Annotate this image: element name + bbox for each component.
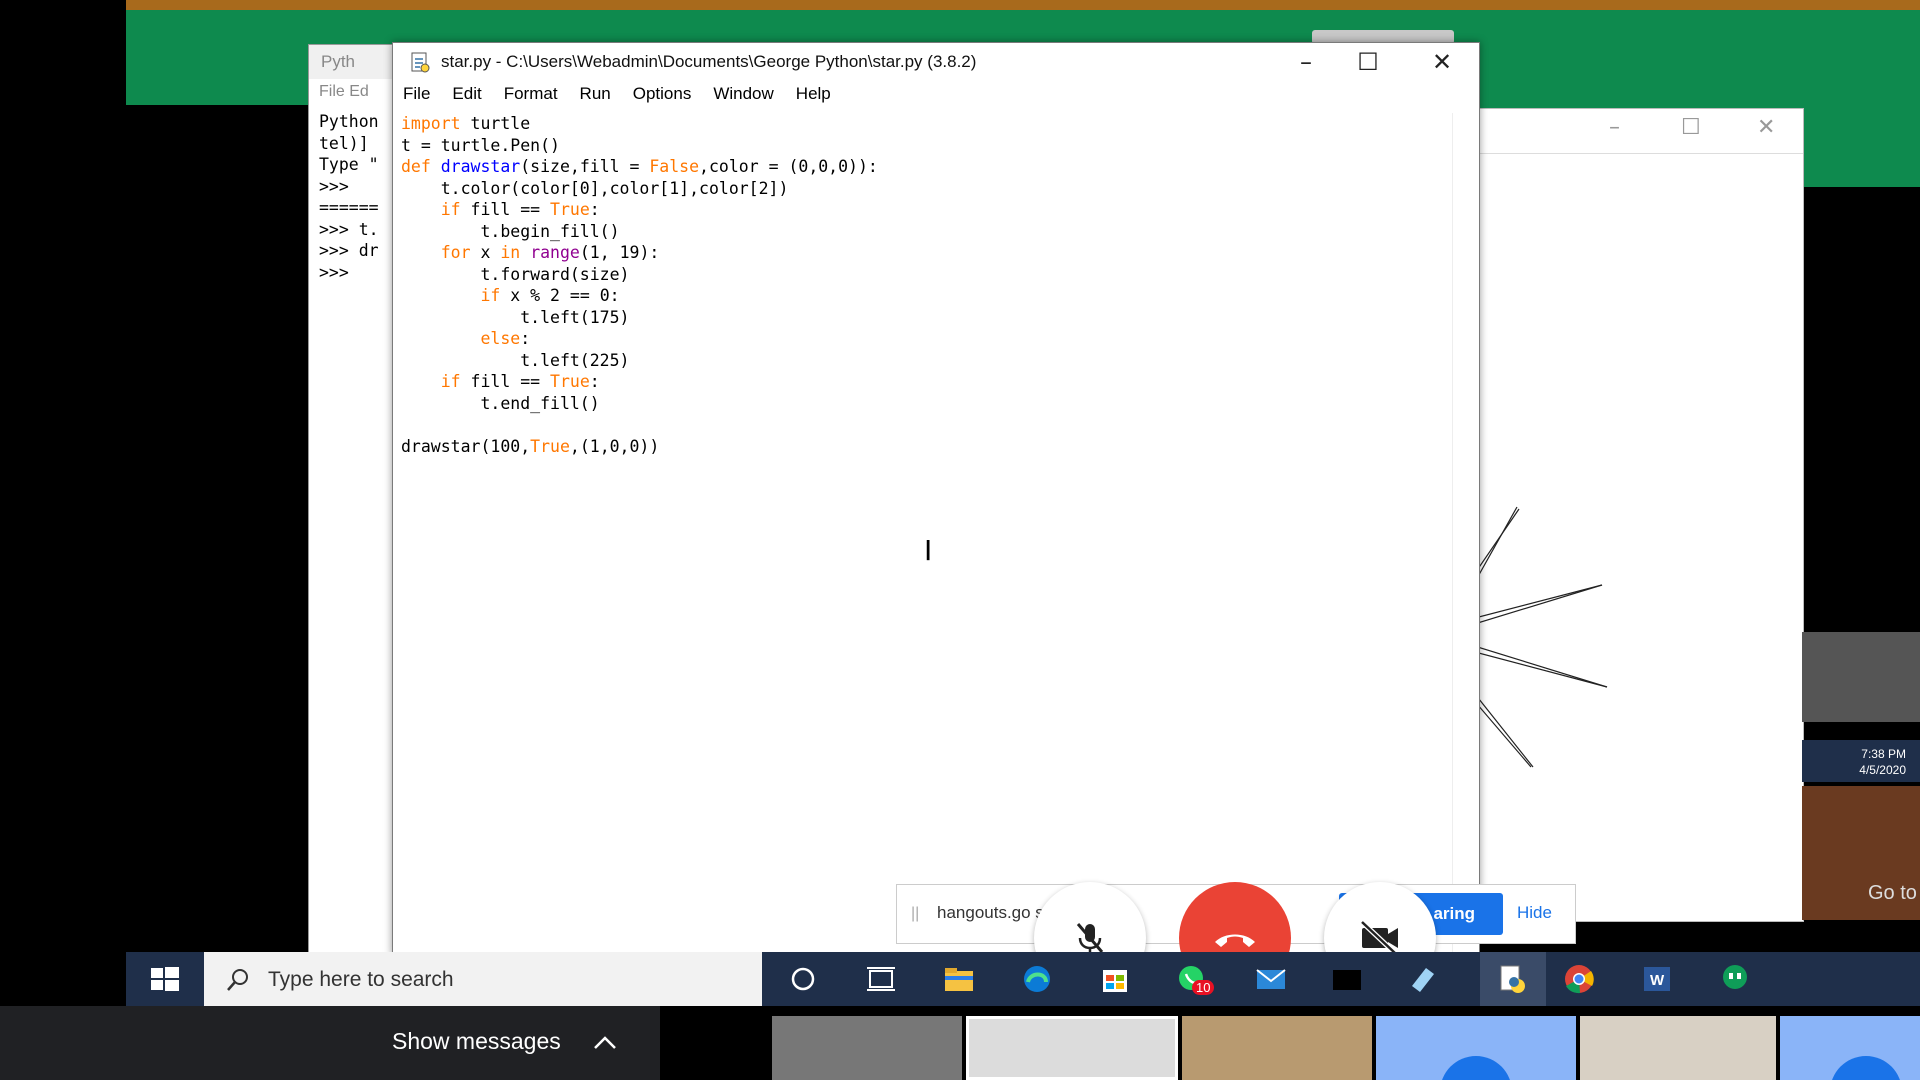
code-line[interactable]: if fill == True: <box>401 199 1449 221</box>
drag-handle-icon[interactable]: || <box>911 905 919 923</box>
edge-icon[interactable] <box>1020 962 1054 996</box>
file-explorer-icon[interactable] <box>942 962 976 996</box>
background-strip <box>126 0 1920 10</box>
svg-text:W: W <box>1650 972 1665 989</box>
editor-titlebar: star.py - C:\Users\Webadmin\Documents\Ge… <box>393 43 1479 81</box>
terminal-icon[interactable] <box>1330 962 1364 996</box>
show-messages-label: Show messages <box>392 1028 561 1054</box>
code-line[interactable]: t.begin_fill() <box>401 221 1449 243</box>
chevron-up-icon <box>594 1036 616 1049</box>
side-preview-thumbnail[interactable] <box>1802 632 1920 722</box>
menu-edit[interactable]: Edit <box>452 81 481 107</box>
code-line[interactable]: for x in range(1, 19): <box>401 242 1449 264</box>
code-line[interactable]: if x % 2 == 0: <box>401 285 1449 307</box>
menu-format[interactable]: Format <box>504 81 558 107</box>
minimize-icon[interactable]: – <box>1283 45 1329 79</box>
store-icon[interactable] <box>1098 962 1132 996</box>
messages-panel-toggle[interactable]: Show messages <box>0 1006 660 1080</box>
editor-menubar: File Edit Format Run Options Window Help <box>393 81 1479 107</box>
meet-bottom-bar: Show messages <box>0 1006 1920 1080</box>
search-icon <box>227 969 248 991</box>
participant-thumbnail[interactable] <box>1580 1016 1776 1080</box>
search-placeholder: Type here to search <box>268 968 454 991</box>
participant-thumbnail[interactable] <box>772 1016 962 1080</box>
python-taskbar-item[interactable] <box>1480 952 1546 1006</box>
editor-title: star.py - C:\Users\Webadmin\Documents\Ge… <box>441 52 977 71</box>
menu-file[interactable]: File <box>403 81 430 107</box>
code-line[interactable]: t.left(225) <box>401 350 1449 372</box>
hide-button[interactable]: Hide <box>1517 903 1552 923</box>
code-line[interactable]: t.color(color[0],color[1],color[2]) <box>401 178 1449 200</box>
python-idle-icon <box>1500 965 1525 993</box>
idle-editor-window[interactable]: star.py - C:\Users\Webadmin\Documents\Ge… <box>392 42 1480 956</box>
phone-hangup-icon <box>1215 934 1255 947</box>
code-line[interactable]: t.forward(size) <box>401 264 1449 286</box>
turtle-star-drawing-lower <box>1471 688 1534 768</box>
python-file-icon <box>411 52 430 73</box>
avatar <box>1440 1056 1512 1080</box>
windows-taskbar: Type here to search 10 W <box>126 952 1920 1006</box>
system-clock: 7:38 PM 4/5/2020 <box>1802 740 1920 782</box>
word-icon[interactable]: W <box>1640 962 1674 996</box>
code-line[interactable]: else: <box>401 328 1449 350</box>
code-line[interactable] <box>401 414 1449 436</box>
presentation-thumbnail[interactable] <box>966 1016 1178 1080</box>
maximize-icon[interactable]: ☐ <box>1681 115 1701 140</box>
participant-video-thumbnail[interactable]: Go to <box>1802 786 1920 920</box>
code-line[interactable]: t.end_fill() <box>401 393 1449 415</box>
menu-window[interactable]: Window <box>713 81 773 107</box>
menu-options[interactable]: Options <box>633 81 692 107</box>
code-line[interactable]: drawstar(100,True,(1,0,0)) <box>401 436 1449 458</box>
participant-thumbnail[interactable] <box>1780 1016 1920 1080</box>
participant-thumbnail[interactable] <box>1182 1016 1372 1080</box>
whatsapp-taskbar-item[interactable]: 10 <box>1176 962 1215 996</box>
task-view-icon[interactable] <box>864 962 898 996</box>
windows-logo-icon <box>151 967 179 991</box>
cortana-icon[interactable] <box>786 962 820 996</box>
code-line[interactable]: t.left(175) <box>401 307 1449 329</box>
vertical-scrollbar[interactable] <box>1452 113 1479 955</box>
camera-off-icon <box>1360 920 1398 956</box>
menu-run[interactable]: Run <box>580 81 611 107</box>
text-cursor-icon: I <box>924 534 933 567</box>
participant-thumbnail[interactable] <box>1376 1016 1576 1080</box>
menu-help[interactable]: Help <box>796 81 831 107</box>
turtle-graphics-window: – ☐ ✕ <box>1470 108 1804 922</box>
turtle-window-titlebar: – ☐ ✕ <box>1471 109 1803 154</box>
taskbar-search-box[interactable]: Type here to search <box>204 952 762 1006</box>
close-icon[interactable]: ✕ <box>1419 45 1465 79</box>
start-button[interactable] <box>126 952 204 1006</box>
close-icon[interactable]: ✕ <box>1757 115 1775 140</box>
turtle-star-drawing <box>1471 506 1608 688</box>
chrome-icon[interactable] <box>1562 962 1596 996</box>
code-line[interactable]: import turtle <box>401 113 1449 135</box>
minimize-icon[interactable]: – <box>1609 115 1620 140</box>
code-line[interactable]: if fill == True: <box>401 371 1449 393</box>
avatar <box>1830 1056 1902 1080</box>
maximize-icon[interactable]: ☐ <box>1345 45 1391 79</box>
app-icon[interactable] <box>1406 962 1440 996</box>
hangouts-icon[interactable] <box>1718 962 1752 996</box>
code-line[interactable]: def drawstar(size,fill = False,color = (… <box>401 156 1449 178</box>
activate-windows-text: Go to <box>1868 882 1917 904</box>
clock-date: 4/5/2020 <box>1859 763 1906 777</box>
clock-time: 7:38 PM <box>1861 747 1906 761</box>
notification-badge: 10 <box>1192 980 1215 995</box>
code-line[interactable]: t = turtle.Pen() <box>401 135 1449 157</box>
mail-icon[interactable] <box>1254 962 1288 996</box>
